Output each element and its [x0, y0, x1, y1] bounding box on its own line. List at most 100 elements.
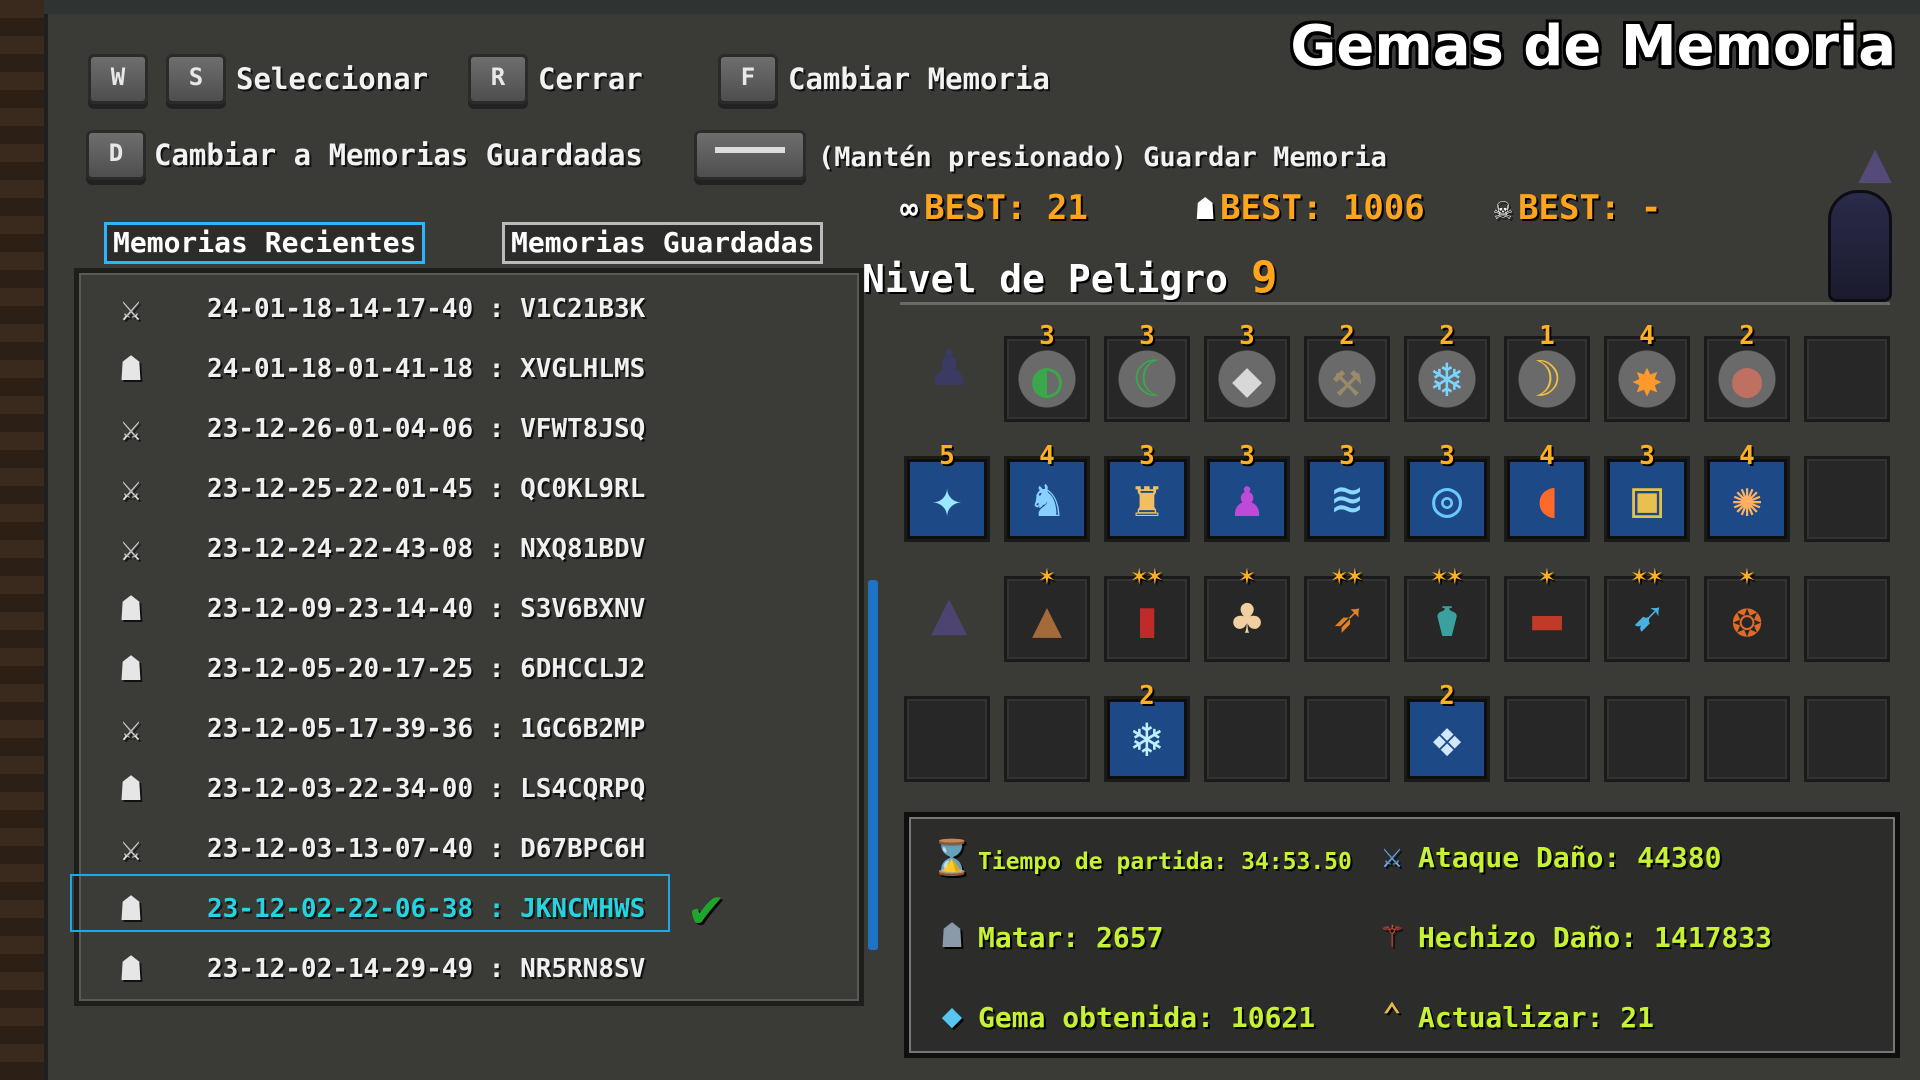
- select-hint: Seleccionar: [236, 62, 429, 96]
- tab-recent-memories[interactable]: Memorias Recientes: [104, 222, 426, 264]
- equipment-slot[interactable]: ◖ 4: [1504, 441, 1590, 542]
- memory-list-item[interactable]: ☗ 23-12-09-23-14-40 : S3V6BXNV: [101, 583, 861, 635]
- memory-list-item[interactable]: ☗ 23-12-05-20-17-25 : 6DHCCLJ2: [101, 643, 861, 695]
- stat-gems: ◆ Gema obtenida: 10621: [930, 996, 1315, 1036]
- hold-save-hint[interactable]: (Mantén presionado) Guardar Memoria: [818, 142, 1387, 173]
- meat-orb-icon: ●: [1707, 339, 1787, 419]
- moon-orb-icon: ☽: [1507, 339, 1587, 419]
- memory-list-item[interactable]: ⚔ 23-12-24-22-43-08 : NXQ81BDV: [101, 523, 861, 575]
- witch-hat-icon: ▲: [1031, 590, 1063, 648]
- item-level-badge: 2: [1739, 321, 1755, 351]
- memory-label: 23-12-24-22-43-08 : NXQ81BDV: [207, 534, 646, 564]
- memory-list-item[interactable]: ☗ 24-01-18-01-41-18 : XVGLHLMS: [101, 343, 861, 395]
- dungeon-wall-left: [0, 0, 44, 1080]
- hero-icon: ♟: [930, 330, 968, 400]
- equipment-slot[interactable]: ♜ 3: [1104, 441, 1190, 542]
- equipment-slot[interactable]: ▣ 3: [1604, 441, 1690, 542]
- f-key-icon: F: [718, 54, 778, 104]
- memory-list-item[interactable]: ⚔ 23-12-25-22-01-45 : QC0KL9RL: [101, 463, 861, 515]
- stat-upgrade: ⌃ Actualizar: 21: [1370, 996, 1654, 1036]
- empty-slot[interactable]: [1504, 696, 1590, 782]
- equipment-slot[interactable]: ⚱ ✶✶: [1404, 561, 1490, 662]
- memory-list-item[interactable]: ☗ 23-12-02-14-29-49 : NR5RN8SV: [101, 943, 861, 995]
- item-level-badge: 3: [1339, 441, 1355, 471]
- equipment-slot[interactable]: ⚒ 2: [1304, 321, 1390, 422]
- stat-time: ⌛ Tiempo de partida: 34:53.50: [930, 838, 1352, 878]
- equipment-slot[interactable]: ♟ 3: [1204, 441, 1290, 542]
- empty-slot[interactable]: [1804, 336, 1890, 422]
- spacebar-key-icon: [694, 130, 806, 180]
- best-demon: ☠ BEST: -: [1494, 188, 1662, 228]
- empty-slot[interactable]: [1204, 696, 1290, 782]
- divider: [900, 302, 1890, 305]
- fire-crescent-icon: ◖: [1507, 459, 1587, 539]
- equipment-slot[interactable]: ◐ 3: [1004, 321, 1090, 422]
- snowflake-icon: ❄: [1107, 699, 1187, 779]
- arrows-icon: ➹: [1631, 590, 1663, 648]
- equipment-slot[interactable]: ➶ ✶✶: [1304, 561, 1390, 662]
- equipment-slot[interactable]: ✺ 4: [1704, 441, 1790, 542]
- equipment-slot[interactable]: ☾ 3: [1104, 321, 1190, 422]
- equipment-slot[interactable]: ➹ ✶✶: [1604, 561, 1690, 662]
- equipment-slot[interactable]: ☽ 1: [1504, 321, 1590, 422]
- sword-icon: ⚔: [120, 289, 142, 329]
- memory-list-item[interactable]: ⚔ 24-01-18-14-17-40 : V1C21B3K: [101, 283, 861, 335]
- equipment-slot[interactable]: ❄ 2: [1404, 321, 1490, 422]
- close-hint[interactable]: Cerrar: [538, 62, 643, 96]
- memory-label: 24-01-18-01-41-18 : XVGLHLMS: [207, 354, 646, 384]
- equipment-slot[interactable]: ❂ ✶: [1704, 561, 1790, 662]
- memory-list-item[interactable]: ⚔ 23-12-05-17-39-36 : 1GC6B2MP: [101, 703, 861, 755]
- empty-slot[interactable]: [1304, 696, 1390, 782]
- item-level-badge: 3: [1039, 321, 1055, 351]
- item-level-badge: ✶: [1739, 561, 1755, 591]
- sword-icon: ⚔: [1381, 836, 1403, 876]
- tombstone-icon: ☗: [120, 589, 142, 629]
- equipment-slot[interactable]: ◎ 3: [1404, 441, 1490, 542]
- stat-kills: ☗ Matar: 2657: [930, 916, 1164, 956]
- page-title: Gemas de Memoria: [1290, 14, 1896, 79]
- empty-slot[interactable]: [1704, 696, 1790, 782]
- meat-icon: ▬: [1531, 590, 1563, 648]
- switch-saved-hint[interactable]: Cambiar a Memorias Guardadas: [154, 138, 643, 172]
- empty-slot[interactable]: [1804, 696, 1890, 782]
- equipment-slot[interactable]: ❖ 2: [1404, 681, 1490, 782]
- best-endless: ∞ BEST: 21: [900, 188, 1088, 228]
- item-level-badge: 4: [1739, 441, 1755, 471]
- empty-slot[interactable]: [1804, 576, 1890, 662]
- equipment-slot[interactable]: ♞ 4: [1004, 441, 1090, 542]
- empty-slot[interactable]: [1804, 456, 1890, 542]
- memory-list-item[interactable]: ☗ 23-12-03-22-34-00 : LS4CQRPQ: [101, 763, 861, 815]
- memory-list-item[interactable]: ⚔ 23-12-26-01-04-06 : VFWT8JSQ: [101, 403, 861, 455]
- equipment-slot[interactable]: ✸ 4: [1604, 321, 1690, 422]
- memory-label: 23-12-05-20-17-25 : 6DHCCLJ2: [207, 654, 646, 684]
- cloak-icon: ♣: [1231, 590, 1263, 648]
- tombstone-icon: ☗: [120, 649, 142, 689]
- tab-saved-memories[interactable]: Memorias Guardadas: [502, 222, 824, 264]
- list-scrollbar[interactable]: [868, 580, 878, 950]
- equipment-slot[interactable]: ▬ ✶: [1504, 561, 1590, 662]
- equipment-slot[interactable]: ▮ ✶✶: [1104, 561, 1190, 662]
- tombstone-icon: ☗: [120, 349, 142, 389]
- danger-level-value: 9: [1250, 252, 1278, 303]
- equipment-slot[interactable]: ● 2: [1704, 321, 1790, 422]
- memory-label: 24-01-18-14-17-40 : V1C21B3K: [207, 294, 646, 324]
- memory-label: 23-12-09-23-14-40 : S3V6BXNV: [207, 594, 646, 624]
- fire-arrow-icon: ➶: [1331, 590, 1363, 648]
- change-memory-hint[interactable]: Cambiar Memoria: [788, 62, 1050, 96]
- memory-list-item[interactable]: ⚔ 23-12-03-13-07-40 : D67BPC6H: [101, 823, 861, 875]
- equipment-slot[interactable]: ✦ 5: [904, 441, 990, 542]
- equipment-slot[interactable]: ♣ ✶: [1204, 561, 1290, 662]
- item-level-badge: 3: [1139, 441, 1155, 471]
- red-boots-icon: ▮: [1131, 590, 1163, 648]
- equipment-slot[interactable]: ≋ 3: [1304, 441, 1390, 542]
- equipment-slot[interactable]: ▲ ✶: [1004, 561, 1090, 662]
- equipment-slot[interactable]: ❄ 2: [1104, 681, 1190, 782]
- empty-slot[interactable]: [1004, 696, 1090, 782]
- staff-icon: ⚚: [1381, 916, 1403, 956]
- memory-label: 23-12-26-01-04-06 : VFWT8JSQ: [207, 414, 646, 444]
- witch-hat-icon: ▲: [1858, 130, 1892, 195]
- empty-slot[interactable]: [904, 696, 990, 782]
- empty-slot[interactable]: [1604, 696, 1690, 782]
- item-level-badge: 3: [1639, 441, 1655, 471]
- equipment-slot[interactable]: ◆ 3: [1204, 321, 1290, 422]
